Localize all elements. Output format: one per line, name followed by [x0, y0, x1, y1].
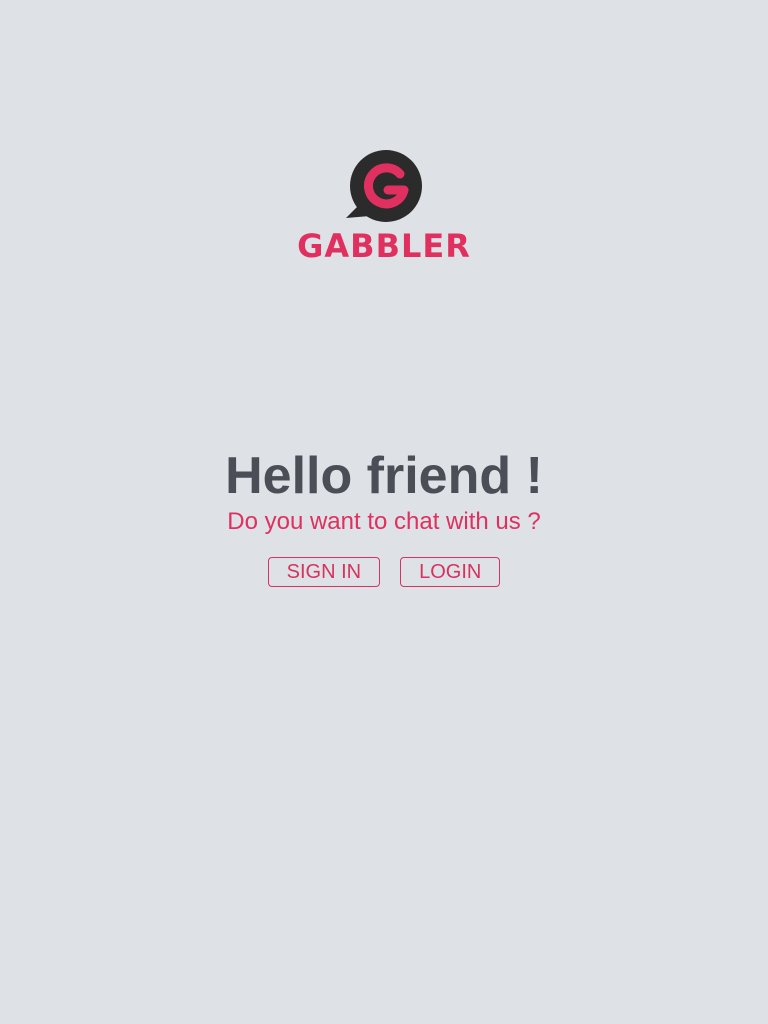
auth-actions: SIGN IN LOGIN: [0, 557, 768, 587]
brand-logo: GABBLER: [0, 148, 768, 264]
brand-name: GABBLER: [297, 227, 471, 265]
sign-in-button[interactable]: SIGN IN: [267, 557, 381, 587]
page-title: Hello friend !: [225, 447, 543, 505]
login-button[interactable]: LOGIN: [400, 557, 501, 587]
hero-section: Hello friend ! Do you want to chat with …: [0, 446, 768, 587]
welcome-screen: GABBLER Hello friend ! Do you want to ch…: [0, 0, 768, 1024]
page-subtitle: Do you want to chat with us ?: [227, 508, 541, 535]
speech-bubble-g-icon: [346, 150, 422, 222]
